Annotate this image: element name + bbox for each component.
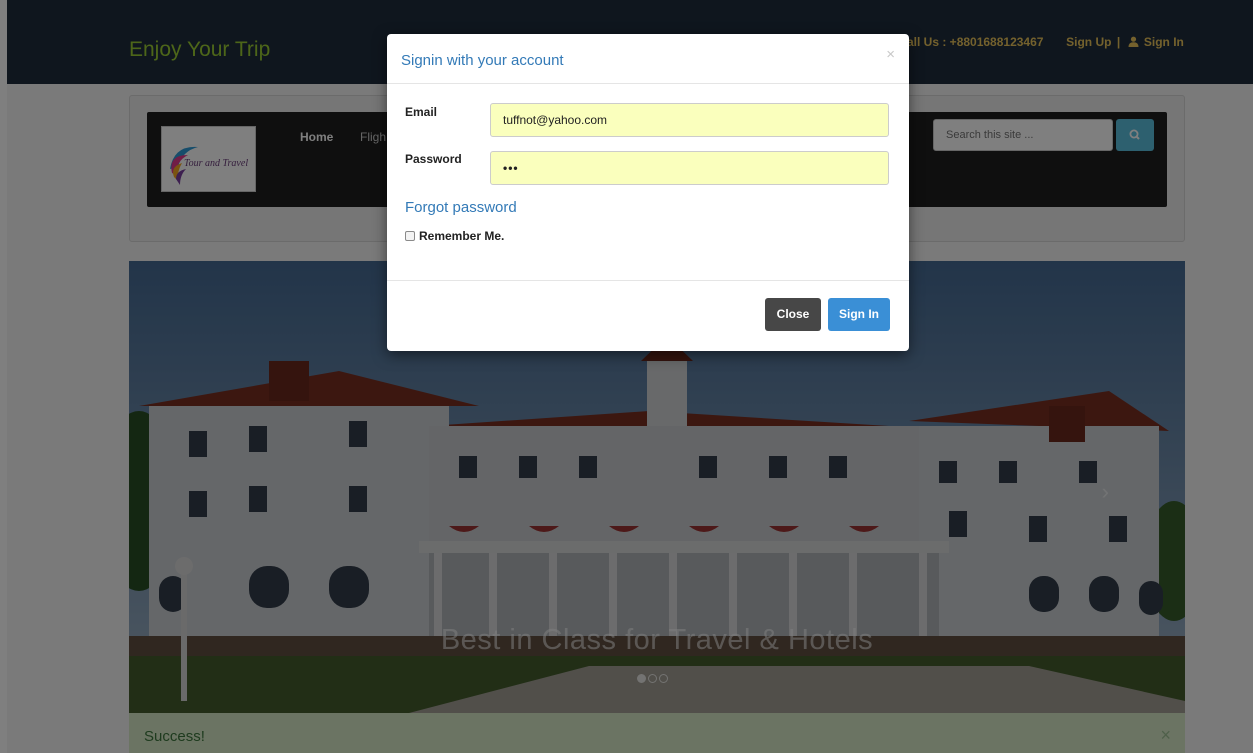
modal-title: Signin with your account [401, 52, 564, 69]
sign-in-button[interactable]: Sign In [828, 298, 890, 331]
password-label: Password [405, 152, 462, 166]
email-label: Email [405, 105, 438, 119]
remember-me[interactable]: Remember Me. [405, 229, 504, 243]
modal-header: Signin with your account × [387, 34, 909, 84]
email-field[interactable]: tuffnot@yahoo.com [490, 103, 889, 137]
close-button[interactable]: Close [765, 298, 821, 331]
forgot-password-link[interactable]: Forgot password [405, 199, 517, 216]
signin-modal: Signin with your account × Email tuffnot… [387, 34, 909, 351]
remember-me-label: Remember Me. [419, 229, 505, 243]
remember-me-checkbox[interactable] [405, 231, 415, 241]
close-icon[interactable]: × [886, 46, 895, 63]
modal-footer: Close Sign In [387, 280, 909, 351]
password-field[interactable]: ••• [490, 151, 889, 185]
